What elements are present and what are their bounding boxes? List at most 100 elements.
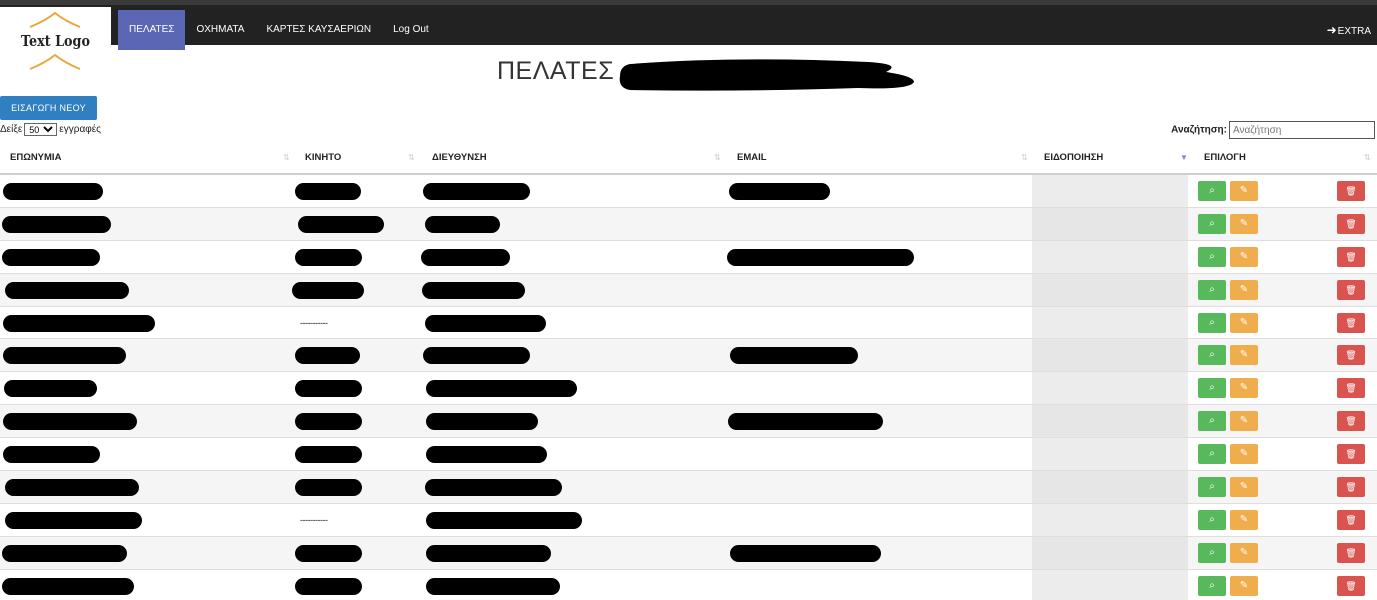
nav-item-vehicles[interactable]: ΟΧΗΜΑΤΑ xyxy=(185,10,255,50)
edit-button[interactable]: ✎ xyxy=(1230,213,1258,234)
edit-button[interactable]: ✎ xyxy=(1230,509,1258,530)
nav-item-logout[interactable]: Log Out xyxy=(382,10,440,50)
add-new-button[interactable]: ΕΙΣΑΓΩΓΗ ΝΕΟΥ xyxy=(0,96,97,120)
col-header-notification[interactable]: ΕΙΔΟΠΟΙΗΣΗ xyxy=(1044,143,1103,173)
view-button[interactable]: ⌕ xyxy=(1198,345,1226,366)
phone-cell-redacted xyxy=(295,183,361,200)
top-navbar: ΠΕΛΑΤΕΣ ΟΧΗΜΑΤΑ ΚΑΡΤΕΣ ΚΑΥΣΑΕΡΙΩΝ Log Ou… xyxy=(0,0,1377,50)
view-button[interactable]: ⌕ xyxy=(1198,509,1226,530)
name-cell-redacted xyxy=(3,446,100,464)
delete-button[interactable]: 🗑 xyxy=(1337,509,1365,530)
extra-label: EXTRA xyxy=(1337,26,1371,37)
email-cell-redacted xyxy=(728,413,883,431)
pencil-icon: ✎ xyxy=(1239,217,1249,229)
phone-cell-redacted xyxy=(295,544,362,562)
edit-button[interactable]: ✎ xyxy=(1230,411,1258,432)
pencil-icon: ✎ xyxy=(1239,415,1249,427)
delete-button[interactable]: 🗑 xyxy=(1337,411,1365,432)
sort-icon: ⇅ xyxy=(1364,153,1371,162)
col-header-phone[interactable]: ΚΙΝΗΤΟ xyxy=(305,143,341,173)
edit-button[interactable]: ✎ xyxy=(1230,444,1258,465)
view-button[interactable]: ⌕ xyxy=(1198,477,1226,498)
delete-button[interactable]: 🗑 xyxy=(1337,477,1365,498)
edit-button[interactable]: ✎ xyxy=(1230,575,1258,596)
edit-button[interactable]: ✎ xyxy=(1230,279,1258,300)
table-header: ΕΠΩΝΥΜΙΑ ⇅ ΚΙΝΗΤΟ ⇅ ΔΙΕΥΘΥΝΣΗ ⇅ EMAIL ⇅ … xyxy=(0,143,1377,175)
view-button[interactable]: ⌕ xyxy=(1198,575,1226,596)
search-icon: ⌕ xyxy=(1209,217,1215,229)
view-button[interactable]: ⌕ xyxy=(1198,279,1226,300)
page-length-control: Δείξε 50 εγγραφές xyxy=(0,123,101,136)
delete-button[interactable]: 🗑 xyxy=(1337,279,1365,300)
edit-button[interactable]: ✎ xyxy=(1230,246,1258,267)
col-header-actions[interactable]: ΕΠΙΛΟΓΗ xyxy=(1204,143,1246,173)
logo[interactable]: Text Logo xyxy=(0,7,111,78)
edit-button[interactable]: ✎ xyxy=(1230,542,1258,563)
search-icon: ⌕ xyxy=(1209,481,1215,493)
view-button[interactable]: ⌕ xyxy=(1198,181,1226,201)
pencil-icon: ✎ xyxy=(1239,546,1249,558)
phone-cell-redacted xyxy=(295,446,362,464)
delete-button[interactable]: 🗑 xyxy=(1337,312,1365,333)
view-button[interactable]: ⌕ xyxy=(1198,444,1226,465)
search-control: Αναζήτηση: xyxy=(1171,121,1375,139)
address-cell-redacted xyxy=(425,215,500,233)
view-button[interactable]: ⌕ xyxy=(1198,312,1226,333)
col-header-email[interactable]: EMAIL xyxy=(737,143,767,173)
pencil-icon: ✎ xyxy=(1239,579,1249,591)
length-suffix: εγγραφές xyxy=(59,124,101,136)
nav-item-emission-cards[interactable]: ΚΑΡΤΕΣ ΚΑΥΣΑΕΡΙΩΝ xyxy=(255,10,382,50)
address-cell-redacted xyxy=(425,479,562,497)
phone-cell-redacted xyxy=(295,413,362,431)
table-row: ⌕ ✎ 🗑 xyxy=(0,273,1377,307)
edit-button[interactable]: ✎ xyxy=(1230,477,1258,498)
phone-cell: ----------- xyxy=(300,317,328,328)
col-header-address[interactable]: ΔΙΕΥΘΥΝΣΗ xyxy=(432,143,487,173)
sign-in-icon: ➜ xyxy=(1326,23,1337,37)
view-button[interactable]: ⌕ xyxy=(1198,213,1226,234)
trash-icon: 🗑 xyxy=(1345,383,1357,394)
name-cell-redacted xyxy=(3,183,103,200)
view-button[interactable]: ⌕ xyxy=(1198,378,1226,399)
pencil-icon: ✎ xyxy=(1239,481,1249,493)
delete-button[interactable]: 🗑 xyxy=(1337,444,1365,465)
edit-button[interactable]: ✎ xyxy=(1230,312,1258,333)
delete-button[interactable]: 🗑 xyxy=(1337,181,1365,201)
delete-button[interactable]: 🗑 xyxy=(1337,378,1365,399)
trash-icon: 🗑 xyxy=(1345,547,1357,558)
notification-cell xyxy=(1032,240,1188,273)
pencil-icon: ✎ xyxy=(1239,382,1249,394)
table-row: ⌕ ✎ 🗑 xyxy=(0,569,1377,600)
edit-button[interactable]: ✎ xyxy=(1230,378,1258,399)
delete-button[interactable]: 🗑 xyxy=(1337,246,1365,267)
notification-cell xyxy=(1032,273,1188,306)
delete-button[interactable]: 🗑 xyxy=(1337,213,1365,234)
search-icon: ⌕ xyxy=(1209,185,1215,196)
address-cell-redacted xyxy=(426,577,560,595)
col-header-name[interactable]: ΕΠΩΝΥΜΙΑ xyxy=(10,143,61,173)
view-button[interactable]: ⌕ xyxy=(1198,246,1226,267)
delete-button[interactable]: 🗑 xyxy=(1337,542,1365,563)
table-row: ⌕ ✎ 🗑 xyxy=(0,438,1377,472)
notification-cell xyxy=(1032,372,1188,405)
phone-cell-redacted xyxy=(295,577,362,595)
view-button[interactable]: ⌕ xyxy=(1198,542,1226,563)
edit-button[interactable]: ✎ xyxy=(1230,181,1258,201)
trash-icon: 🗑 xyxy=(1345,350,1357,361)
trash-icon: 🗑 xyxy=(1345,317,1357,328)
trash-icon: 🗑 xyxy=(1345,416,1357,427)
phone-cell-redacted xyxy=(295,248,362,266)
address-cell-redacted xyxy=(426,511,582,529)
nav-item-customers[interactable]: ΠΕΛΑΤΕΣ xyxy=(118,10,186,50)
view-button[interactable]: ⌕ xyxy=(1198,411,1226,432)
extra-link[interactable]: ➜EXTRA xyxy=(1327,10,1371,50)
search-icon: ⌕ xyxy=(1209,250,1215,262)
delete-button[interactable]: 🗑 xyxy=(1337,345,1365,366)
table-row: ----------- ⌕ ✎ 🗑 xyxy=(0,306,1377,340)
name-cell-redacted xyxy=(3,314,155,332)
delete-button[interactable]: 🗑 xyxy=(1337,575,1365,596)
search-input[interactable] xyxy=(1229,121,1375,139)
trash-icon: 🗑 xyxy=(1345,186,1357,196)
edit-button[interactable]: ✎ xyxy=(1230,345,1258,366)
page-length-select[interactable]: 50 xyxy=(24,123,58,136)
